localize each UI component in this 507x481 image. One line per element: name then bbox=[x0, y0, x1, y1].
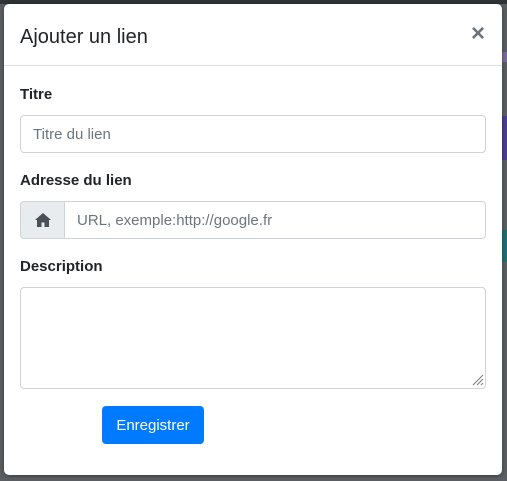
modal-header: Ajouter un lien × bbox=[4, 4, 502, 66]
close-button[interactable]: × bbox=[468, 22, 488, 46]
save-button[interactable]: Enregistrer bbox=[102, 406, 204, 444]
backdrop-strip bbox=[502, 230, 507, 262]
title-input[interactable] bbox=[20, 115, 486, 153]
home-icon bbox=[34, 213, 51, 227]
add-link-modal: Ajouter un lien × Titre Adresse du lien … bbox=[4, 4, 502, 475]
description-textarea[interactable] bbox=[20, 287, 486, 389]
backdrop-strip bbox=[502, 52, 507, 62]
url-input-group bbox=[20, 201, 486, 239]
title-label: Titre bbox=[20, 86, 53, 103]
resize-grip-icon[interactable] bbox=[472, 374, 484, 386]
url-addon bbox=[20, 201, 64, 239]
modal-title: Ajouter un lien bbox=[20, 26, 148, 48]
url-label: Adresse du lien bbox=[20, 172, 132, 189]
backdrop-strip bbox=[502, 116, 507, 160]
description-label: Description bbox=[20, 258, 103, 275]
url-input[interactable] bbox=[64, 201, 486, 239]
